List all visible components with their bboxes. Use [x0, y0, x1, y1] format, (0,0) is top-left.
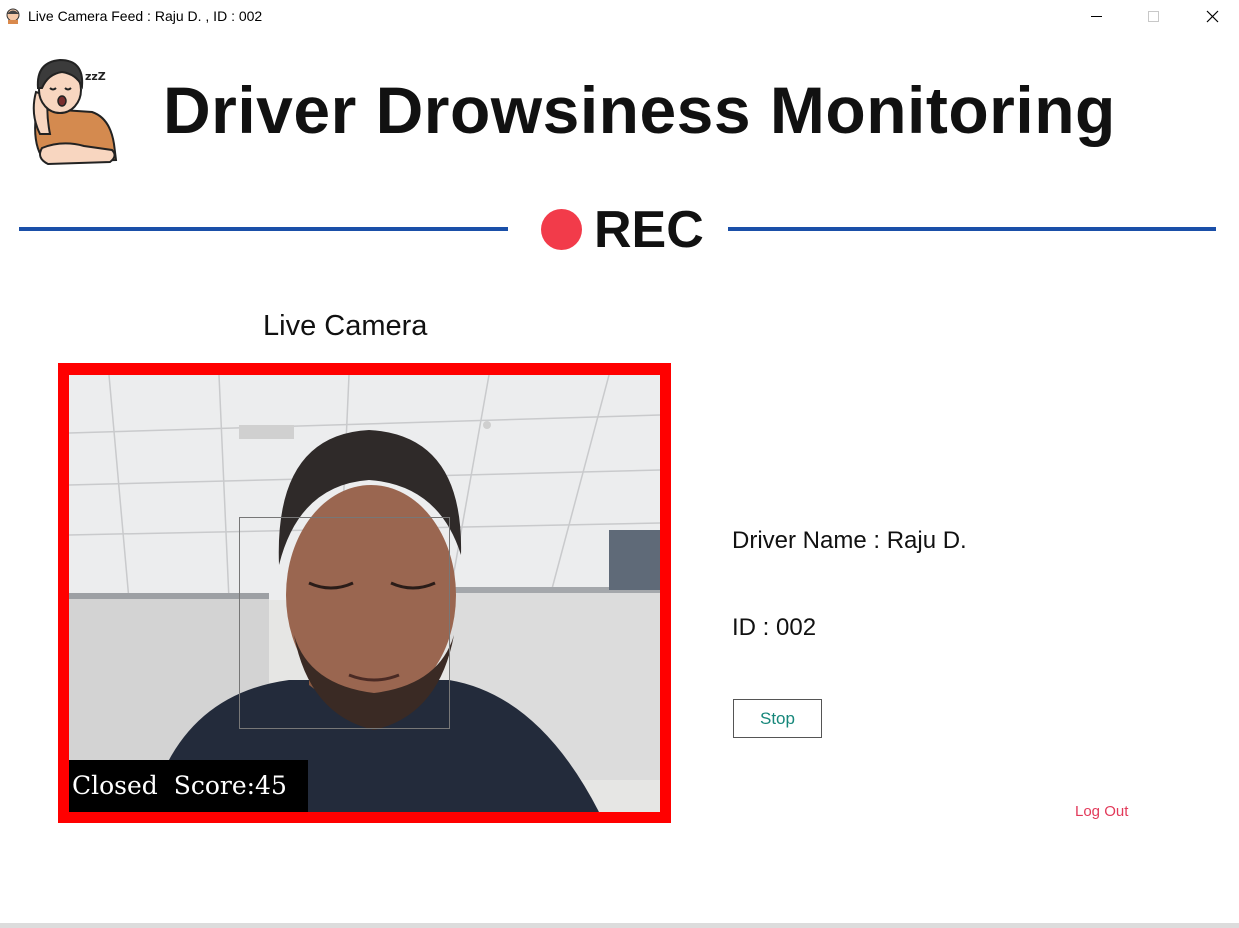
close-icon — [1206, 10, 1219, 23]
stop-button[interactable]: Stop — [733, 699, 822, 738]
app-heading: Driver Drowsiness Monitoring — [163, 73, 1116, 147]
sleepy-driver-logo: zzZ — [32, 58, 118, 166]
logout-link[interactable]: Log Out — [1075, 803, 1128, 820]
minimize-icon — [1091, 16, 1102, 17]
eye-status-overlay: Closed Score:45 — [69, 760, 308, 812]
window-title: Live Camera Feed : Raju D. , ID : 002 — [28, 8, 263, 24]
driver-name: Driver Name : Raju D. — [732, 527, 967, 554]
title-bar: Live Camera Feed : Raju D. , ID : 002 — [0, 0, 1239, 33]
rec-label: REC — [594, 201, 704, 259]
minimize-button[interactable] — [1073, 0, 1119, 33]
maximize-icon — [1148, 11, 1159, 22]
divider-left — [19, 227, 508, 231]
camera-frame: Closed Score:45 — [58, 363, 671, 823]
driver-id: ID : 002 — [732, 614, 817, 641]
face-detection-box — [239, 517, 450, 729]
camera-feed: Closed Score:45 — [69, 375, 660, 812]
maximize-button[interactable] — [1131, 0, 1177, 33]
window-bottom-edge — [0, 923, 1239, 928]
live-camera-label: Live Camera — [263, 310, 428, 342]
sleepy-driver-icon — [6, 8, 20, 24]
zzz-text: zzZ — [85, 70, 106, 83]
divider-right — [728, 227, 1216, 231]
close-button[interactable] — [1189, 0, 1235, 33]
record-dot-icon — [541, 209, 582, 250]
